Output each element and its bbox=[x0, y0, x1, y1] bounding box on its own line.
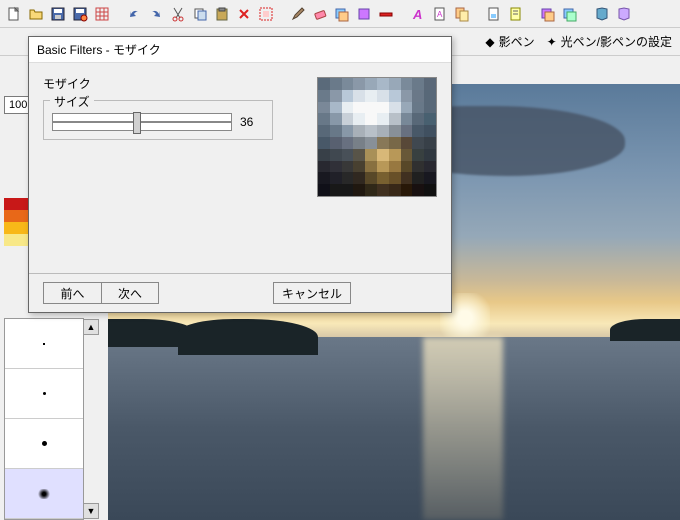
size-fieldset: サイズ 36 bbox=[43, 100, 273, 140]
cut-icon[interactable] bbox=[168, 4, 188, 24]
doc-b-icon[interactable] bbox=[506, 4, 526, 24]
new-icon[interactable] bbox=[4, 4, 24, 24]
delete-icon[interactable] bbox=[234, 4, 254, 24]
eraser-icon[interactable] bbox=[310, 4, 330, 24]
grid-icon[interactable] bbox=[92, 4, 112, 24]
pal-b-icon[interactable] bbox=[560, 4, 580, 24]
brush-icon[interactable] bbox=[288, 4, 308, 24]
filter-preview bbox=[317, 77, 437, 197]
dup-icon[interactable] bbox=[452, 4, 472, 24]
about-icon[interactable] bbox=[614, 4, 634, 24]
undo-icon[interactable] bbox=[124, 4, 144, 24]
size-value: 36 bbox=[240, 115, 264, 129]
text-a-icon[interactable]: A bbox=[408, 4, 428, 24]
scroll-down-icon[interactable]: ▼ bbox=[83, 503, 99, 519]
cancel-button[interactable]: キャンセル bbox=[273, 282, 351, 304]
open-icon[interactable] bbox=[26, 4, 46, 24]
next-button[interactable]: 次へ bbox=[101, 282, 159, 304]
pal-a-icon[interactable] bbox=[538, 4, 558, 24]
brush-list: ▲ ▼ bbox=[4, 318, 84, 520]
doc-a-icon[interactable] bbox=[484, 4, 504, 24]
main-toolbar: A A bbox=[0, 0, 680, 28]
text-outline-icon[interactable]: A bbox=[430, 4, 450, 24]
svg-text:A: A bbox=[412, 7, 422, 22]
scroll-up-icon[interactable]: ▲ bbox=[83, 319, 99, 335]
copy-icon[interactable] bbox=[190, 4, 210, 24]
brush-item[interactable] bbox=[5, 319, 83, 369]
picker-icon[interactable] bbox=[354, 4, 374, 24]
save-icon[interactable] bbox=[48, 4, 68, 24]
dialog-title: Basic Filters - モザイク bbox=[29, 37, 451, 63]
size-label: サイズ bbox=[50, 93, 94, 110]
options-icon[interactable] bbox=[376, 4, 396, 24]
brush-item[interactable] bbox=[5, 419, 83, 469]
save-as-icon[interactable] bbox=[70, 4, 90, 24]
filter-dialog: Basic Filters - モザイク モザイク サイズ 36 前へ 次へ キ… bbox=[28, 36, 452, 313]
brush-item[interactable] bbox=[5, 369, 83, 419]
redo-icon[interactable] bbox=[146, 4, 166, 24]
select-all-icon[interactable] bbox=[256, 4, 276, 24]
layers-icon[interactable] bbox=[332, 4, 352, 24]
light-pen-settings[interactable]: ✦ 光ペン/影ペンの設定 bbox=[547, 33, 672, 50]
brush-item[interactable] bbox=[5, 469, 83, 519]
size-slider[interactable] bbox=[52, 113, 232, 131]
shadow-pen-option[interactable]: ◆ 影ペン bbox=[485, 33, 534, 50]
slider-thumb[interactable] bbox=[133, 112, 141, 134]
svg-text:A: A bbox=[437, 10, 443, 19]
help-icon[interactable] bbox=[592, 4, 612, 24]
prev-button[interactable]: 前へ bbox=[43, 282, 101, 304]
dialog-buttons: 前へ 次へ キャンセル bbox=[29, 273, 451, 312]
paste-icon[interactable] bbox=[212, 4, 232, 24]
